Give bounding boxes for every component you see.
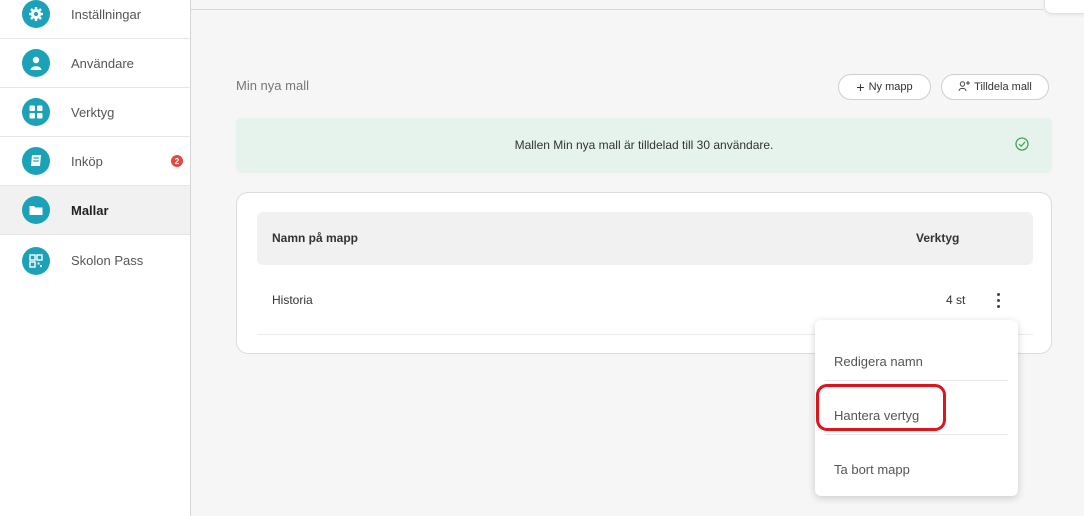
tool-count: 4 st [946, 293, 966, 307]
new-folder-label: Ny mapp [868, 81, 913, 93]
sidebar-item-label: Skolon Pass [71, 253, 144, 268]
gear-icon [22, 0, 50, 28]
sidebar-item-label: Inställningar [71, 6, 142, 22]
new-folder-button[interactable]: + Ny mapp [838, 74, 931, 100]
folder-options-menu: Redigera namn Hantera vertyg Ta bort map… [815, 320, 1018, 496]
table-header: Namn på mapp Verktyg [257, 212, 1033, 265]
folder-name: Historia [272, 293, 313, 307]
top-divider [191, 9, 1043, 10]
sidebar: Inställningar Användare Verktyg Inköp 2 [0, 0, 191, 516]
plus-icon: + [856, 79, 865, 95]
corner-panel [1044, 0, 1084, 14]
folder-icon [22, 196, 50, 224]
sidebar-item-label: Användare [71, 55, 134, 71]
sidebar-item-label: Inköp [71, 153, 103, 169]
menu-item-label: Redigera namn [834, 354, 923, 369]
sidebar-item-label: Mallar [71, 202, 109, 218]
assign-template-button[interactable]: Tilldela mall [941, 74, 1049, 100]
column-header-tools: Verktyg [916, 231, 960, 245]
check-circle-icon [1015, 137, 1029, 156]
menu-item-delete-folder[interactable]: Ta bort mapp [815, 434, 1018, 488]
success-alert: Mallen Min nya mall är tilldelad till 30… [236, 118, 1052, 173]
menu-item-label: Hantera vertyg [834, 408, 920, 423]
grid-icon [22, 98, 50, 126]
notification-badge: 2 [171, 155, 183, 167]
sidebar-item-anvandare[interactable]: Användare [0, 39, 190, 88]
add-user-icon [958, 80, 971, 95]
alert-message: Mallen Min nya mall är tilldelad till 30… [514, 138, 774, 152]
user-icon [22, 49, 50, 77]
menu-item-rename[interactable]: Redigera namn [815, 326, 1018, 380]
sidebar-item-installningar[interactable]: Inställningar [0, 0, 190, 39]
menu-item-manage-tools[interactable]: Hantera vertyg [815, 380, 1018, 434]
sidebar-item-inkop[interactable]: Inköp 2 [0, 137, 190, 186]
column-header-name: Namn på mapp [272, 231, 359, 245]
more-options-icon[interactable] [991, 288, 1005, 312]
menu-item-label: Ta bort mapp [834, 462, 910, 477]
page-title: Min nya mall [236, 78, 309, 93]
app-window: Inställningar Användare Verktyg Inköp 2 [0, 0, 1084, 516]
sidebar-item-label: Verktyg [71, 104, 115, 120]
sidebar-item-mallar[interactable]: Mallar [0, 186, 190, 235]
sidebar-item-verktyg[interactable]: Verktyg [0, 88, 190, 137]
book-icon [22, 147, 50, 175]
assign-template-label: Tilldela mall [974, 81, 1032, 93]
sidebar-item-skolon-pass[interactable]: Skolon Pass [0, 236, 190, 285]
qr-code-icon [22, 246, 50, 275]
